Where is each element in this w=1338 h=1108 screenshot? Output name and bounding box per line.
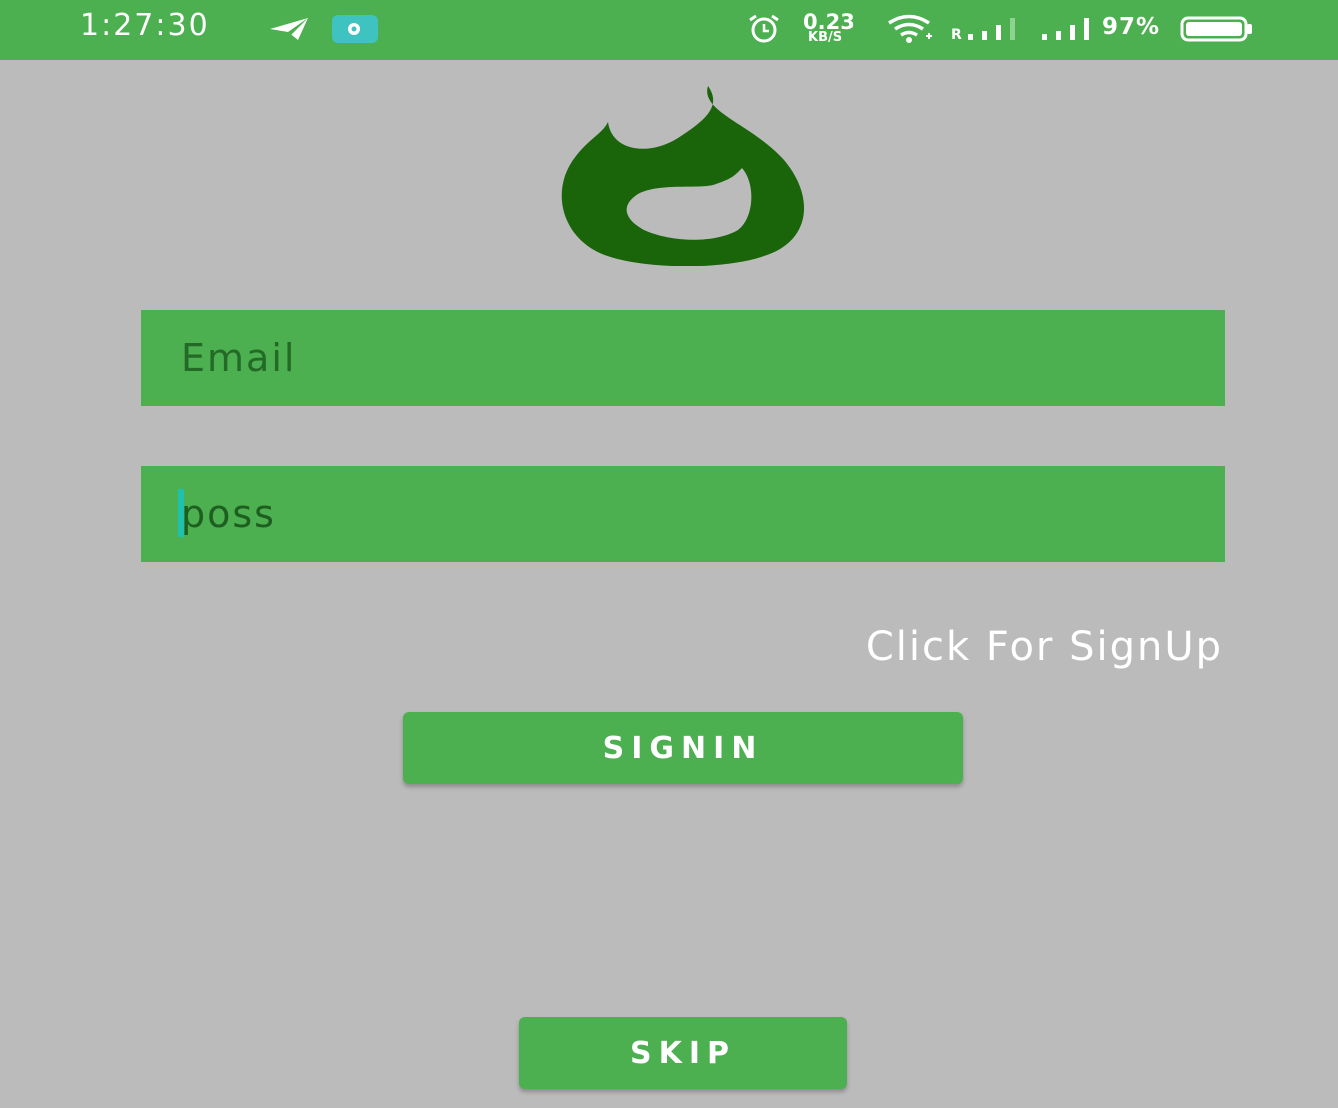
signal-icon bbox=[1042, 18, 1089, 40]
password-input[interactable] bbox=[181, 492, 1225, 536]
battery-icon bbox=[1180, 16, 1252, 42]
status-bar: 1:27:30 0.23 KB/S R 97% bbox=[0, 0, 1338, 60]
roaming-label: R bbox=[951, 27, 962, 43]
wifi-icon bbox=[888, 14, 932, 43]
telegram-icon bbox=[270, 18, 308, 40]
alarm-icon bbox=[749, 14, 779, 43]
skip-button[interactable]: SKIP bbox=[519, 1017, 847, 1089]
network-speed-unit: KB/S bbox=[808, 30, 843, 45]
signal-roaming-icon bbox=[968, 18, 1015, 40]
text-cursor bbox=[178, 489, 184, 537]
password-field-container[interactable] bbox=[141, 466, 1225, 562]
battery-percent: 97% bbox=[1102, 14, 1161, 40]
flame-logo-icon bbox=[561, 86, 805, 266]
email-field-container[interactable] bbox=[141, 310, 1225, 406]
status-time: 1:27:30 bbox=[80, 8, 210, 43]
app-notification-icon bbox=[332, 15, 378, 43]
signup-link[interactable]: Click For SignUp bbox=[866, 624, 1223, 670]
email-input[interactable] bbox=[181, 336, 1225, 380]
signin-button[interactable]: SIGNIN bbox=[403, 712, 963, 784]
